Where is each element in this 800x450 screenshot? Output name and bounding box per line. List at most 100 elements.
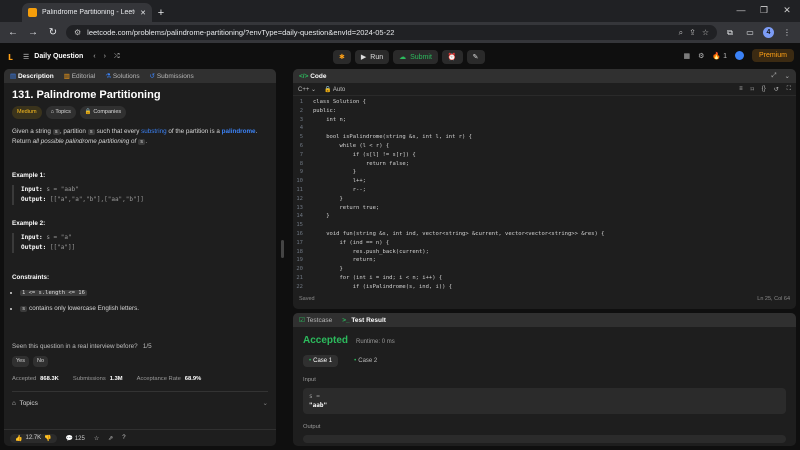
share-icon[interactable]: ⇗ — [108, 435, 113, 442]
back-icon[interactable]: ← — [6, 27, 20, 38]
code-line[interactable]: 1 class Solution { — [293, 99, 366, 107]
comment-count: 125 — [74, 435, 85, 442]
input-label: Input: — [21, 234, 43, 241]
format-icon[interactable]: ≡ — [739, 86, 743, 92]
code-line[interactable]: 15 — [293, 222, 313, 230]
code-editor[interactable]: 1 class Solution {2 public: 3 int n; 4 5 bool… — [293, 96, 796, 292]
close-tab-icon[interactable]: ✕ — [140, 9, 146, 17]
tab-submissions[interactable]: ↺ Submissions — [150, 72, 194, 80]
topics-chip[interactable]: ⌂ Topics — [45, 106, 76, 119]
code-line[interactable]: 3 int n; — [293, 117, 346, 125]
code-line[interactable]: 5 bool isPalindrome(string &s, int l, in… — [293, 134, 472, 142]
problem-title[interactable]: 131. Palindrome Partitioning — [12, 90, 268, 101]
companies-chip[interactable]: 🔒 Companies — [79, 106, 127, 119]
code-line[interactable]: 7 if (s[l] != s[r]) { — [293, 152, 416, 160]
like-button[interactable]: 👍 12.7K 👎 — [10, 433, 57, 443]
code-line[interactable]: 12 } — [293, 196, 342, 204]
tab-description[interactable]: ▤ Description — [10, 72, 54, 80]
share-icon[interactable]: ⇪ — [689, 28, 696, 37]
code-line[interactable]: 14 } — [293, 213, 329, 221]
menu-icon[interactable]: ⋮ — [780, 26, 794, 40]
no-button[interactable]: No — [32, 356, 49, 367]
extensions-icon[interactable]: ⧉ — [723, 26, 737, 40]
url-input[interactable]: ⚙ leetcode.com/problems/palindrome-parti… — [66, 25, 717, 40]
code-line[interactable]: 20 } — [293, 266, 342, 274]
code-line[interactable]: 4 — [293, 125, 313, 133]
new-tab-button[interactable]: + — [152, 4, 170, 22]
topics-accordion[interactable]: ⌂ Topics ⌄ — [12, 392, 268, 408]
code-line[interactable]: 19 return; — [293, 257, 376, 265]
site-info-icon[interactable]: ⚙ — [74, 28, 81, 37]
next-problem-icon[interactable]: › — [104, 53, 106, 60]
help-icon[interactable]: ? — [122, 435, 125, 441]
yes-button[interactable]: Yes — [12, 356, 29, 367]
maximize-panel-icon[interactable]: ⤢ — [771, 72, 776, 80]
tab-solutions-label: Solutions — [112, 73, 140, 80]
case-2-tab[interactable]: • Case 2 — [348, 355, 383, 367]
code-line[interactable]: 2 public: — [293, 108, 337, 116]
thumbs-down-icon[interactable]: 👎 — [44, 435, 51, 442]
code-line[interactable]: 8 return false; — [293, 161, 409, 169]
acceptance-rate-label: Acceptance Rate — [136, 376, 181, 382]
code-line[interactable]: 21 for (int i = ind; i < n; i++) { — [293, 275, 442, 283]
terminal-icon: >_ — [342, 316, 350, 324]
problem-list-icon[interactable]: ☰ — [23, 53, 29, 61]
timer-button[interactable]: ⏰ — [441, 50, 463, 64]
code-line[interactable]: 17 if (ind == n) { — [293, 240, 389, 248]
layout-icon[interactable]: ▦ — [684, 52, 691, 60]
search-icon[interactable]: ⌕ — [679, 28, 683, 38]
code-line[interactable]: 18 res.push_back(current); — [293, 249, 429, 257]
case-1-tab[interactable]: • Case 1 — [303, 355, 339, 367]
bookmark-star-icon[interactable]: ☆ — [702, 28, 709, 37]
run-button[interactable]: ▶ Run — [354, 50, 390, 64]
code-line[interactable]: 11 r--; — [293, 187, 366, 195]
profile-avatar[interactable]: 4 — [763, 27, 774, 38]
code-line[interactable]: 22 if (isPalindrome(s, ind, i)) { — [293, 284, 452, 292]
daily-question-link[interactable]: Daily Question — [34, 53, 83, 60]
panel-menu-icon[interactable]: ⌄ — [785, 72, 790, 80]
fullscreen-icon[interactable]: ⛶ — [787, 86, 791, 93]
panel-resize-handle[interactable] — [281, 240, 284, 258]
submit-button[interactable]: ☁ Submit — [393, 50, 438, 64]
substring-link[interactable]: substring — [141, 128, 167, 135]
sidebar-icon[interactable]: ▭ — [743, 26, 757, 40]
code-line[interactable]: 13 return true; — [293, 205, 379, 213]
reset-icon[interactable]: ↺ — [774, 86, 779, 93]
braces-icon[interactable]: {} — [762, 86, 766, 92]
debug-button[interactable]: ✱ — [333, 50, 351, 64]
line-number: 20 — [296, 266, 303, 273]
line-number: 6 — [299, 143, 303, 149]
premium-button[interactable]: Premium — [751, 49, 794, 62]
forward-icon[interactable]: → — [26, 27, 40, 38]
prev-problem-icon[interactable]: ‹ — [93, 53, 95, 60]
bookmark-icon[interactable]: ⌑ — [751, 86, 754, 93]
favorite-star-icon[interactable]: ☆ — [94, 435, 99, 442]
language-select[interactable]: C++ ⌄ — [298, 86, 316, 93]
close-window-icon[interactable]: ✕ — [776, 3, 798, 17]
tab-solutions[interactable]: ⚗ Solutions — [105, 72, 139, 80]
editor-status-bar: Saved Ln 25, Col 64 — [293, 292, 796, 306]
play-icon: ▶ — [360, 54, 367, 61]
shuffle-icon[interactable]: ⤮ — [114, 53, 120, 61]
code-line[interactable]: 16 void fun(string &s, int ind, vector<s… — [293, 231, 604, 239]
palindrome-link[interactable]: palindrome — [222, 128, 256, 135]
minimize-icon[interactable]: — — [730, 3, 752, 17]
code-line[interactable]: 10 l++; — [293, 178, 366, 186]
leetcode-logo[interactable]: ʟ — [8, 51, 13, 63]
notes-button[interactable]: ✎ — [466, 50, 485, 64]
tab-testcase[interactable]: ☑ Testcase — [299, 316, 332, 324]
comments-button[interactable]: 💬 125 — [66, 435, 85, 442]
maximize-icon[interactable]: ❐ — [753, 3, 775, 17]
notifications-icon[interactable] — [734, 51, 744, 60]
browser-tab[interactable]: Palindrome Partitioning - LeetC ✕ — [22, 3, 152, 22]
line-number: 18 — [296, 248, 303, 255]
code-line[interactable]: 6 while (l < r) { — [293, 143, 389, 151]
settings-icon[interactable]: ⚙ — [698, 52, 704, 60]
auto-toggle[interactable]: 🔒 Auto — [324, 86, 345, 93]
reload-icon[interactable]: ↻ — [46, 27, 60, 38]
code-text: if (s[l] != s[r]) { — [313, 151, 416, 158]
streak-counter[interactable]: 🔥 1 — [712, 52, 727, 60]
tab-test-result[interactable]: >_ Test Result — [342, 317, 386, 324]
code-line[interactable]: 9 } — [293, 169, 356, 177]
tab-editorial[interactable]: ▥ Editorial — [64, 72, 95, 80]
